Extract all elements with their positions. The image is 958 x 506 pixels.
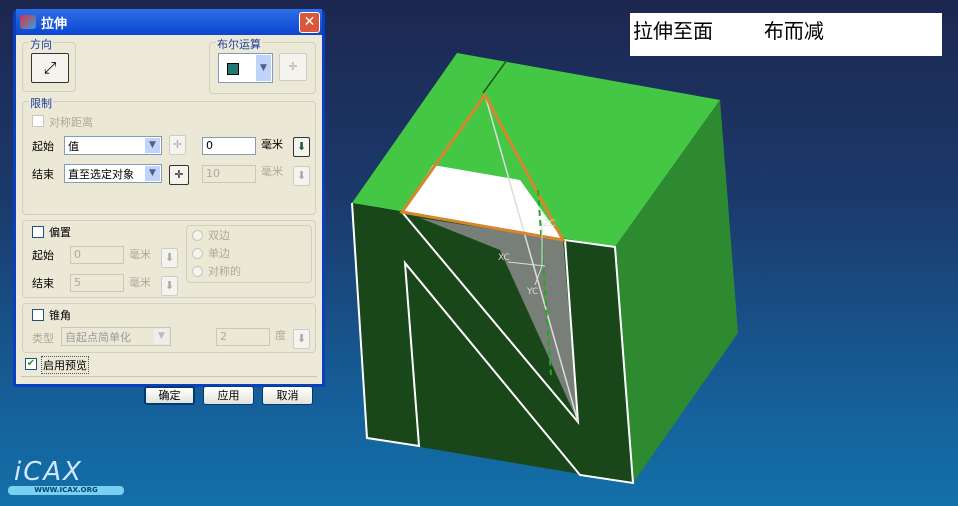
select-body-icon: ✛: [288, 60, 298, 73]
offset-end-input[interactable]: 5: [70, 274, 124, 292]
cancel-button[interactable]: 取消: [262, 386, 313, 405]
icax-logo: iCAX WWW.ICAX.ORG: [8, 458, 124, 498]
close-button[interactable]: ✕: [299, 12, 320, 33]
offset-end-menu-button[interactable]: ⬇: [161, 276, 178, 296]
start-type-select[interactable]: 值 ▼: [64, 136, 162, 155]
arrow-down-icon: ⬇: [296, 140, 307, 153]
offset-checkbox[interactable]: [32, 226, 44, 238]
draft-type-select[interactable]: 自起点简单化 ▼: [61, 327, 171, 346]
end-value-menu-button[interactable]: ⬇: [293, 166, 310, 186]
draft-angle-unit: 度: [275, 329, 286, 342]
logo-text: iCAX: [14, 457, 83, 487]
draft-angle-input[interactable]: 2: [216, 328, 270, 346]
apply-button[interactable]: 应用: [203, 386, 254, 405]
axis-zc: ZC: [543, 219, 555, 229]
radio-symmetric[interactable]: [192, 266, 203, 277]
dialog-title: 拉伸: [41, 16, 68, 32]
boolean-select[interactable]: ▼: [218, 53, 273, 83]
chevron-down-icon: ▼: [256, 55, 271, 81]
arrow-down-icon: ⬇: [296, 169, 307, 182]
extrude-app-icon: [20, 15, 36, 29]
radio-symmetric-label: 对称的: [208, 265, 241, 278]
start-value-menu-button[interactable]: ⬇: [293, 137, 310, 157]
boolean-label: 布尔运算: [216, 36, 262, 52]
chevron-down-icon: ▼: [145, 138, 160, 153]
offset-start-menu-button[interactable]: ⬇: [161, 248, 178, 268]
direction-label: 方向: [29, 36, 53, 52]
extrude-dialog: 拉伸 ✕ 方向 ⤢ 布尔运算 ▼ ✛ 限制 对称距离 起始 值 ▼ ✛ 0 毫米 …: [13, 9, 325, 405]
radio-both-sides[interactable]: [192, 230, 203, 241]
draft-label: 锥角: [49, 309, 71, 322]
limits-label: 限制: [29, 95, 53, 111]
arrow-down-icon: ⬇: [164, 279, 175, 292]
chevron-down-icon: ▼: [145, 166, 160, 181]
axis-yc: YC: [526, 287, 538, 297]
offset-end-unit: 毫米: [129, 276, 151, 289]
reverse-direction-button[interactable]: ⤢: [31, 53, 69, 83]
end-select-object-button[interactable]: ✛: [169, 165, 189, 185]
select-object-icon: ✛: [174, 168, 184, 181]
symmetric-checkbox[interactable]: [32, 115, 44, 127]
select-body-button[interactable]: ✛: [279, 53, 307, 81]
start-select-object-button[interactable]: ✛: [169, 135, 186, 155]
ok-button[interactable]: 确定: [144, 386, 195, 405]
preview-label: 启用预览: [41, 356, 89, 374]
offset-start-label: 起始: [32, 249, 54, 262]
offset-end-label: 结束: [32, 277, 54, 290]
symmetric-label: 对称距离: [49, 116, 93, 129]
logo-url: WWW.ICAX.ORG: [8, 486, 124, 495]
draft-angle-menu-button[interactable]: ⬇: [293, 329, 310, 349]
radio-both-sides-label: 双边: [208, 229, 230, 242]
select-object-icon: ✛: [172, 138, 183, 151]
arrow-down-icon: ⬇: [164, 251, 175, 264]
reverse-direction-icon: ⤢: [43, 58, 57, 77]
offset-side-group: [186, 225, 312, 283]
divider: [21, 376, 317, 377]
preview-checkbox[interactable]: ✔: [25, 358, 37, 370]
start-unit: 毫米: [261, 138, 283, 151]
radio-single-side[interactable]: [192, 248, 203, 259]
start-type-value: 值: [68, 140, 79, 153]
end-unit: 毫米: [261, 165, 283, 178]
start-label: 起始: [32, 140, 54, 153]
annotation-note: 拉伸至面 布而减: [630, 13, 942, 56]
end-value-input[interactable]: 10: [202, 165, 256, 183]
draft-type-label: 类型: [32, 332, 54, 345]
chevron-down-icon: ▼: [154, 329, 169, 344]
axis-xc: XC: [498, 253, 510, 263]
end-label: 结束: [32, 168, 54, 181]
offset-start-unit: 毫米: [129, 248, 151, 261]
start-value-input[interactable]: 0: [202, 137, 256, 155]
arrow-down-icon: ⬇: [296, 332, 307, 345]
dialog-titlebar[interactable]: 拉伸: [16, 9, 322, 35]
subtract-icon: [227, 63, 239, 75]
radio-single-side-label: 单边: [208, 247, 230, 260]
draft-checkbox[interactable]: [32, 309, 44, 321]
end-type-value: 直至选定对象: [68, 168, 134, 181]
offset-start-input[interactable]: 0: [70, 246, 124, 264]
offset-label: 偏置: [49, 226, 71, 239]
end-type-select[interactable]: 直至选定对象 ▼: [64, 164, 162, 183]
draft-type-value: 自起点简单化: [65, 331, 131, 344]
